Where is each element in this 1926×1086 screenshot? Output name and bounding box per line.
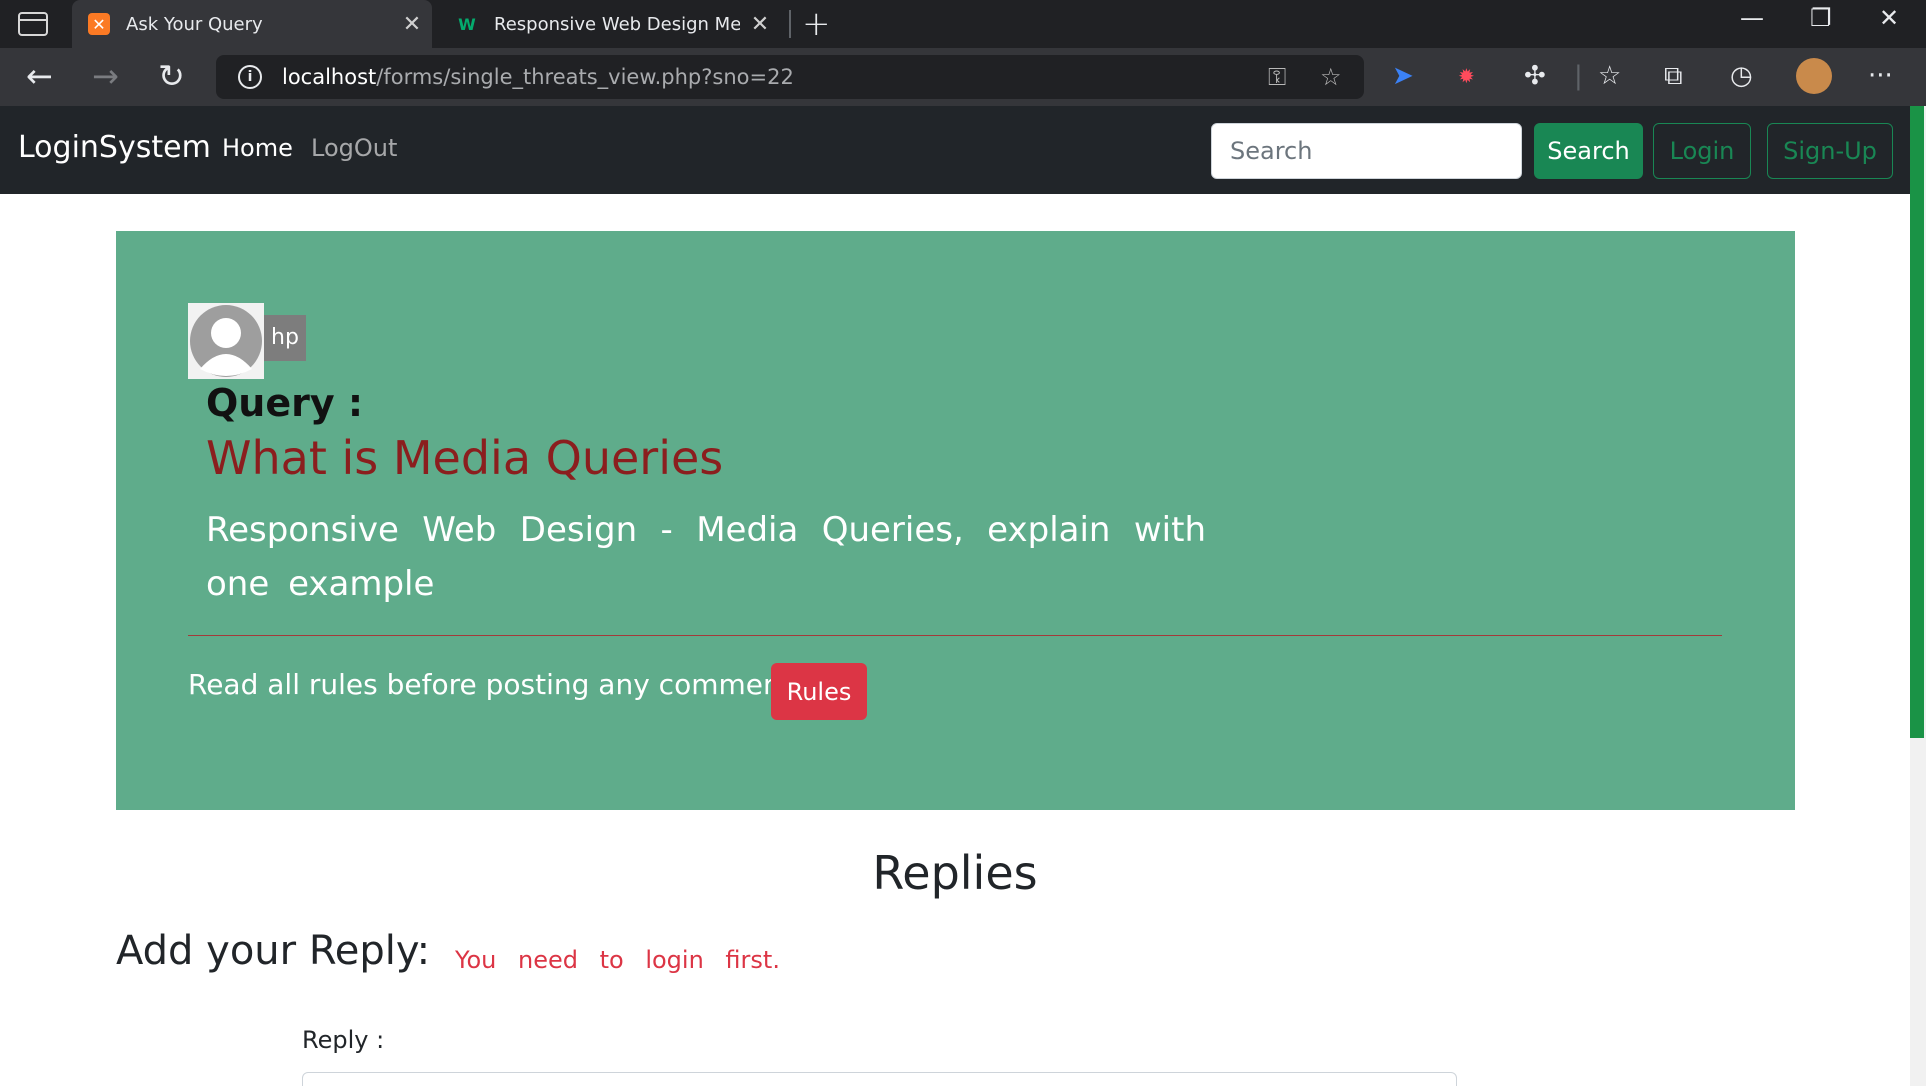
username-badge: hp	[264, 315, 306, 361]
tab-ask-your-query[interactable]: ✕ Ask Your Query ✕	[72, 0, 432, 48]
close-tab-icon[interactable]: ✕	[740, 12, 780, 37]
thread-jumbotron: hp Query : What is Media Queries Respons…	[116, 231, 1795, 810]
replies-heading: Replies	[872, 846, 1038, 900]
query-title: What is Media Queries	[206, 431, 724, 485]
restore-icon[interactable]: ❐	[1810, 4, 1832, 32]
new-tab-icon[interactable]: +	[802, 4, 831, 44]
favorites-icon[interactable]: ☆	[1598, 60, 1621, 92]
scrollbar[interactable]	[1910, 106, 1926, 1086]
more-options-icon[interactable]: ···	[1868, 60, 1893, 92]
site-info-icon[interactable]: i	[238, 65, 262, 89]
search-button[interactable]: Search	[1534, 123, 1643, 179]
adblock-off-icon[interactable]: ✹	[1458, 60, 1475, 92]
browser-toolbar: ← → ↻ i localhost/forms/single_threats_v…	[0, 48, 1926, 106]
w3schools-icon: W	[458, 14, 476, 34]
tab-responsive-web-design[interactable]: W Responsive Web Design Media Q ✕	[440, 0, 780, 48]
scrollbar-thumb[interactable]	[1910, 106, 1924, 738]
reply-label: Reply :	[302, 1026, 385, 1054]
close-tab-icon[interactable]: ✕	[392, 12, 432, 37]
tab-title: Ask Your Query	[126, 13, 263, 35]
tab-title: Responsive Web Design Media Q	[494, 13, 740, 35]
user-avatar-icon	[188, 303, 264, 379]
profile-avatar[interactable]	[1796, 58, 1832, 94]
login-button[interactable]: Login	[1653, 123, 1751, 179]
query-description: Responsive Web Design - Media Queries, e…	[206, 510, 1206, 604]
reply-textarea[interactable]	[302, 1072, 1457, 1086]
window-close-icon[interactable]: ✕	[1879, 4, 1899, 32]
minimize-icon[interactable]: —	[1740, 4, 1764, 32]
search-input[interactable]	[1211, 123, 1522, 179]
refresh-icon[interactable]: ↻	[158, 56, 185, 96]
forward-icon[interactable]: →	[92, 56, 119, 96]
add-reply-heading: Add your Reply:	[116, 928, 431, 974]
url-path: /forms/single_threats_view.php?sno=22	[376, 65, 794, 89]
site-navbar: LoginSystem Home LogOut Search Login Sig…	[0, 106, 1910, 194]
nav-logout[interactable]: LogOut	[311, 134, 397, 162]
nav-home[interactable]: Home	[222, 134, 293, 162]
history-icon[interactable]: ◷	[1730, 60, 1753, 92]
address-bar[interactable]: i localhost/forms/single_threats_view.ph…	[216, 55, 1364, 99]
xampp-icon: ✕	[88, 13, 110, 35]
rules-button[interactable]: Rules	[771, 663, 867, 720]
signup-button[interactable]: Sign-Up	[1767, 123, 1893, 179]
key-icon[interactable]: ⚿	[1268, 63, 1286, 91]
add-favorite-icon[interactable]: ☆	[1320, 63, 1342, 91]
brand-link[interactable]: LoginSystem	[18, 130, 211, 165]
divider	[188, 635, 1722, 636]
rules-text: Read all rules before posting any commen…	[188, 668, 801, 701]
collections-icon[interactable]: ⧉	[1664, 60, 1683, 92]
tab-actions-icon[interactable]	[18, 12, 48, 36]
extension-arrow-icon[interactable]: ➤	[1392, 60, 1414, 92]
login-required-note: You need to login first.	[455, 946, 780, 974]
query-label: Query :	[206, 381, 364, 425]
extensions-icon[interactable]: ✣	[1524, 60, 1546, 92]
tab-divider	[789, 10, 791, 38]
back-icon[interactable]: ←	[26, 56, 53, 96]
browser-tab-bar: ✕ Ask Your Query ✕ W Responsive Web Desi…	[0, 0, 1926, 48]
page-viewport: LoginSystem Home LogOut Search Login Sig…	[0, 106, 1926, 1086]
url-host: localhost	[282, 65, 377, 89]
toolbar-divider: |	[1574, 61, 1583, 91]
